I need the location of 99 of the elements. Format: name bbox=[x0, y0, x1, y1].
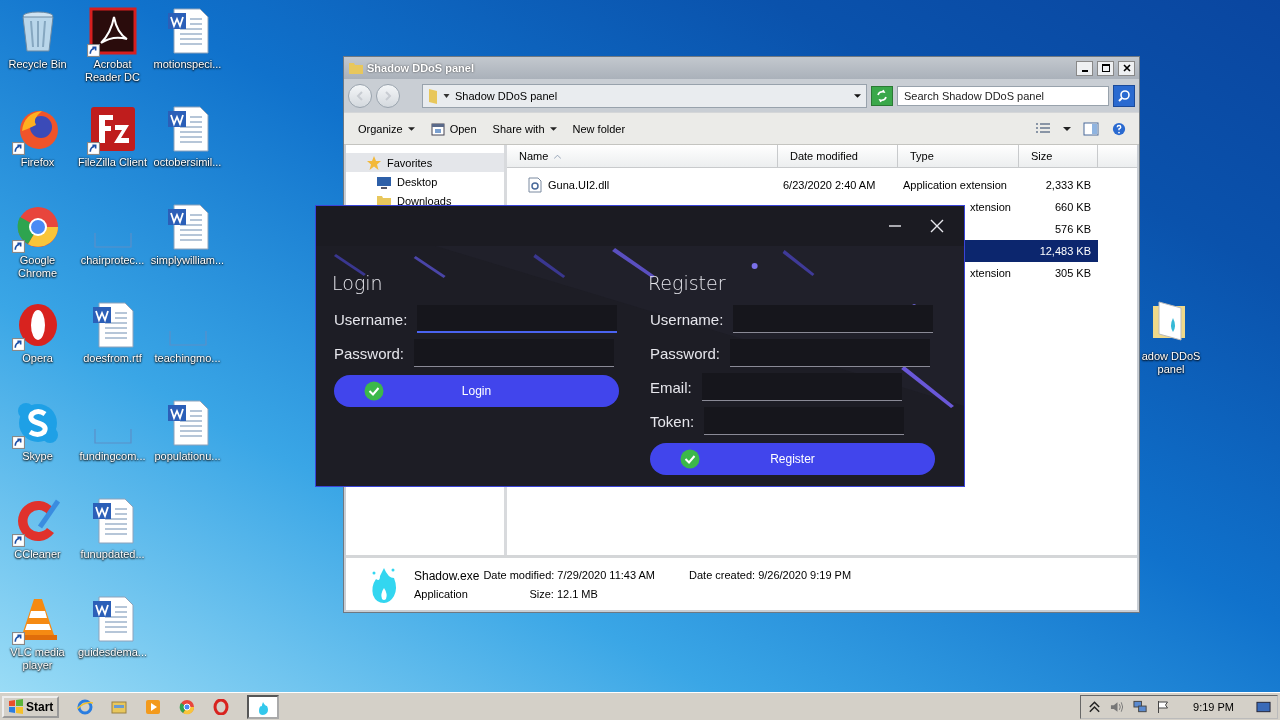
pane-icon bbox=[1083, 121, 1099, 136]
field-label: Username: bbox=[334, 310, 408, 328]
file-size: 660 KB bbox=[1054, 201, 1091, 213]
file-size: Size: 12.1 MB bbox=[528, 587, 599, 600]
close-button[interactable] bbox=[1118, 60, 1135, 76]
folder-icon bbox=[428, 86, 438, 105]
nav-item[interactable]: Desktop bbox=[346, 172, 504, 191]
close-icon bbox=[1121, 63, 1132, 73]
check-icon bbox=[364, 381, 384, 401]
speaker-icon[interactable] bbox=[1110, 699, 1126, 714]
maximize-button[interactable] bbox=[1097, 60, 1114, 76]
file-type: xtension bbox=[970, 267, 1011, 279]
toolbar-button[interactable]: Share with bbox=[484, 120, 565, 137]
help-icon bbox=[1111, 121, 1127, 136]
windows-flag-icon bbox=[8, 698, 24, 715]
search-field[interactable]: Search Shadow DDoS panel bbox=[897, 85, 1109, 106]
gear-file-icon bbox=[527, 177, 543, 193]
column-header[interactable]: Type bbox=[898, 145, 1019, 167]
file-type: Application bbox=[414, 587, 469, 600]
icon-label[interactable]: chairprotec... bbox=[80, 254, 145, 267]
date-created-text: Date created: 9/26/2020 9:19 PM bbox=[689, 568, 852, 583]
file-size: 12,483 KB bbox=[1039, 245, 1091, 257]
icon-label[interactable]: Acrobat Reader DC bbox=[75, 58, 150, 84]
clock[interactable]: 9:19 PM bbox=[1193, 700, 1234, 713]
file-name: Shadow.exe bbox=[414, 568, 480, 583]
window-title: Shadow DDoS panel bbox=[367, 62, 474, 74]
refresh-button[interactable] bbox=[871, 85, 893, 106]
star-icon bbox=[366, 154, 382, 171]
flame-icon bbox=[257, 700, 270, 715]
file-row[interactable]: Guna.UI2.dll 6/23/2020 2:40 AM Application extension 2,333 KB bbox=[507, 174, 1098, 196]
file-type: Application extension bbox=[903, 179, 1007, 191]
address-bar[interactable]: Shadow DDoS panel bbox=[422, 83, 867, 108]
column-header[interactable]: Name bbox=[507, 145, 778, 167]
zigzag-app-icon[interactable] bbox=[88, 105, 137, 153]
icon-label[interactable]: Recycle Bin bbox=[8, 58, 67, 71]
taskbar-button[interactable] bbox=[247, 694, 280, 719]
minimize-button[interactable] bbox=[1076, 60, 1093, 76]
icon-label[interactable]: teachingmo... bbox=[154, 352, 221, 365]
toolbar-button[interactable]: New folder bbox=[564, 120, 634, 137]
submit-button[interactable]: Login bbox=[334, 375, 619, 407]
input-field[interactable] bbox=[730, 339, 931, 367]
field-label: Password: bbox=[334, 344, 405, 362]
submit-button[interactable]: Register bbox=[650, 443, 935, 475]
date-modified-text: Date modified: 7/29/2020 11:43 AM bbox=[483, 568, 656, 583]
nav-item[interactable]: Favorites bbox=[346, 153, 504, 172]
file-size: 576 KB bbox=[1054, 223, 1091, 235]
start-button[interactable]: Start bbox=[2, 695, 60, 718]
window-icon bbox=[430, 121, 445, 136]
search-button[interactable] bbox=[1113, 84, 1135, 107]
network-icon[interactable] bbox=[1133, 699, 1149, 714]
icon-label[interactable]: adow DDoS panel bbox=[1140, 350, 1202, 376]
list-view-icon bbox=[1035, 121, 1051, 136]
input-field[interactable] bbox=[704, 407, 905, 435]
field-label: Token: bbox=[650, 412, 695, 430]
input-field[interactable] bbox=[414, 339, 615, 367]
chevron-up-icon[interactable] bbox=[1087, 699, 1103, 714]
check-icon bbox=[680, 449, 700, 469]
toolbar-button[interactable]: Organize bbox=[350, 120, 423, 137]
minimize-icon bbox=[1081, 70, 1088, 72]
field-label: Username: bbox=[650, 310, 724, 328]
file-name: Guna.UI2.dll bbox=[548, 179, 610, 191]
caret-icon bbox=[443, 92, 450, 99]
input-field[interactable] bbox=[701, 373, 902, 401]
file-type: xtension bbox=[970, 201, 1011, 213]
dropdown-caret-icon bbox=[1063, 125, 1071, 132]
dropdown-caret-icon bbox=[549, 125, 557, 132]
search-icon bbox=[1117, 88, 1131, 103]
field-label: Password: bbox=[650, 344, 721, 362]
file-size: 2,333 KB bbox=[1045, 179, 1091, 191]
column-header[interactable]: Size bbox=[1019, 145, 1098, 167]
icon-label[interactable]: Opera bbox=[22, 352, 53, 365]
icon-label[interactable]: octobersimil... bbox=[153, 156, 222, 169]
section-title: Register bbox=[648, 272, 726, 294]
globe-e-icon[interactable] bbox=[77, 698, 94, 715]
refresh-icon bbox=[875, 88, 889, 103]
toolbar-button[interactable]: Open bbox=[422, 119, 485, 138]
icon-label[interactable]: doesfrom.rtf bbox=[83, 352, 142, 365]
document-app-icon[interactable] bbox=[88, 7, 137, 55]
dropdown-caret-icon bbox=[854, 92, 861, 99]
column-header[interactable]: Date modified bbox=[778, 145, 898, 167]
folder-icon bbox=[348, 60, 364, 76]
dropdown-caret-icon bbox=[407, 125, 415, 132]
icon-label[interactable]: FileZilla Client bbox=[77, 156, 148, 169]
input-field[interactable] bbox=[733, 305, 934, 333]
close-icon bbox=[930, 219, 944, 233]
icon-label[interactable]: Firefox bbox=[20, 156, 55, 169]
input-field[interactable] bbox=[417, 305, 618, 333]
icon-label[interactable]: motionspeci... bbox=[153, 58, 222, 71]
round-logo-icon[interactable] bbox=[179, 698, 196, 715]
field-label: Email: bbox=[650, 378, 692, 396]
ring-logo-icon[interactable] bbox=[213, 698, 230, 715]
file-size: 305 KB bbox=[1054, 267, 1091, 279]
icon-label[interactable]: simplywilliam... bbox=[150, 254, 225, 267]
show-desktop-icon[interactable] bbox=[1256, 699, 1271, 714]
icon-label[interactable]: populationu... bbox=[154, 450, 221, 463]
icon-label[interactable]: Google Chrome bbox=[0, 254, 75, 280]
maximize-icon bbox=[1100, 63, 1111, 73]
file-date: 6/23/2020 2:40 AM bbox=[783, 179, 876, 191]
section-title: Login bbox=[332, 272, 383, 294]
